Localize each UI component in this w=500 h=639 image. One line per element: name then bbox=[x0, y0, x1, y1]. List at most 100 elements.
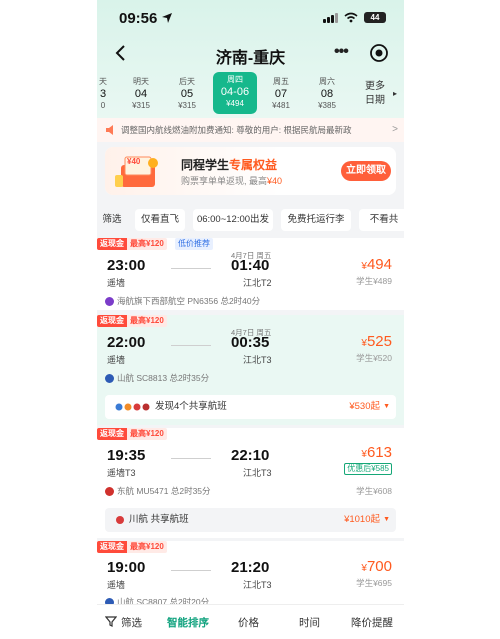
date-price: ¥315 bbox=[132, 101, 150, 110]
cashback-label: 返现金 bbox=[97, 428, 127, 440]
departure-airport: 遥墙 bbox=[107, 278, 126, 288]
route-line bbox=[171, 345, 211, 346]
cashback-amount: 最高¥120 bbox=[127, 315, 167, 327]
header: 09:56 44 济南-重庆 ••• 天 3 0 明天 04 ¥315 后天 0… bbox=[97, 0, 404, 126]
price: ¥494 bbox=[361, 256, 392, 273]
date-price: 0 bbox=[100, 101, 106, 110]
filter-chip-filter[interactable]: 筛选 bbox=[97, 209, 127, 231]
notice-bar[interactable]: 调整国内航线燃油附加费通知: 尊敬的用户: 根据民航局最新政 > bbox=[97, 118, 404, 142]
price: ¥525 bbox=[361, 333, 392, 350]
filter-chip-direct[interactable]: 仅看直飞 bbox=[135, 209, 185, 231]
filter-bar: 筛选 仅看直飞 06:00~12:00出发 免费托运行李 不看共 bbox=[97, 207, 404, 233]
date-weekday: 天 bbox=[99, 77, 107, 86]
airline-logo-icon bbox=[105, 296, 114, 306]
chevron-right-icon: > bbox=[392, 124, 398, 135]
student-price: 学生¥520 bbox=[356, 353, 392, 363]
target-icon[interactable] bbox=[369, 43, 389, 63]
wifi-icon bbox=[344, 12, 358, 23]
promo-banner[interactable]: ¥40 同程学生专属权益 购票享单单返现, 最高¥40 立即领取 bbox=[105, 147, 396, 195]
claim-button[interactable]: 立即领取 bbox=[341, 161, 391, 181]
price-value: 613 bbox=[366, 444, 392, 461]
signal-icon bbox=[323, 12, 338, 23]
price: ¥613 bbox=[361, 444, 392, 461]
departure-airport: 遥墙T3 bbox=[107, 468, 136, 478]
cashback-tag: 返现金 最高¥120 bbox=[97, 541, 167, 553]
shared-flights-row[interactable]: 川航 共享航班 ¥1010起 ▼ bbox=[105, 508, 396, 532]
cashback-label: 返现金 bbox=[97, 315, 127, 327]
caret-down-icon: ▼ bbox=[383, 403, 390, 410]
time-sort-button[interactable]: 时间 bbox=[299, 615, 320, 630]
cashback-label: 返现金 bbox=[97, 541, 127, 553]
departure-airport: 遥墙 bbox=[107, 580, 126, 590]
bottom-toolbar: 筛选 智能排序 价格 时间 降价提醒 bbox=[97, 604, 404, 639]
low-price-tag: 低价推荐 bbox=[175, 238, 213, 250]
departure-time: 19:35 bbox=[107, 447, 146, 464]
arrival-airport: 江北T3 bbox=[243, 580, 272, 590]
filter-chip-time[interactable]: 06:00~12:00出发 bbox=[193, 209, 273, 231]
airline-info: 东航 MU5471 总2时35分 bbox=[105, 485, 211, 497]
student-price: 学生¥608 bbox=[356, 486, 392, 496]
arrival-time: 21:20 bbox=[231, 559, 270, 576]
student-price: 学生¥695 bbox=[356, 578, 392, 588]
date-item[interactable]: 周六 08 ¥385 bbox=[307, 74, 347, 110]
shared-flights-row[interactable]: 发现4个共享航班 ¥530起 ▼ bbox=[105, 395, 396, 419]
price-sort-button[interactable]: 价格 bbox=[238, 615, 259, 630]
speaker-icon bbox=[106, 125, 113, 135]
promo-title-highlight: 专属权益 bbox=[229, 158, 278, 172]
more-dates-button[interactable]: 更多 日期 ▸ bbox=[365, 80, 401, 108]
status-time: 09:56 bbox=[119, 10, 158, 27]
date-item[interactable]: 天 3 0 bbox=[97, 74, 123, 110]
promo-sub-highlight: ¥40 bbox=[267, 176, 283, 186]
date-item[interactable]: 明天 04 ¥315 bbox=[121, 74, 161, 110]
notice-text: 调整国内航线燃油附加费通知: 尊敬的用户: 根据民航局最新政 bbox=[121, 125, 352, 135]
arrival-airport: 江北T2 bbox=[243, 278, 272, 288]
cashback-amount: 最高¥120 bbox=[127, 428, 167, 440]
date-item[interactable]: 后天 05 ¥315 bbox=[167, 74, 207, 110]
airline-text: 东航 MU5471 总2时35分 bbox=[117, 486, 211, 496]
filter-chip-luggage[interactable]: 免费托运行李 bbox=[281, 209, 351, 231]
filter-chip-noshare[interactable]: 不看共 bbox=[359, 209, 404, 231]
battery-icon: 44 bbox=[364, 12, 386, 23]
date-day: 04 bbox=[134, 88, 148, 100]
cashback-tag: 返现金 最高¥120 bbox=[97, 315, 167, 327]
price: ¥700 bbox=[361, 558, 392, 575]
date-weekday: 后天 bbox=[179, 77, 195, 86]
arrival-time: 22:10 bbox=[231, 447, 270, 464]
airline-logo-icon bbox=[105, 486, 114, 496]
date-weekday: 周五 bbox=[273, 77, 289, 86]
shared-flights-price: ¥530起 bbox=[349, 401, 380, 412]
filter-button[interactable]: 筛选 bbox=[121, 615, 142, 630]
smart-sort-button[interactable]: 智能排序 bbox=[167, 615, 209, 630]
route-line bbox=[171, 570, 211, 571]
date-item[interactable]: 周五 07 ¥481 bbox=[261, 74, 301, 110]
airline-info: 山航 SC8813 总2时35分 bbox=[105, 372, 209, 384]
date-day: 08 bbox=[320, 88, 334, 100]
cashback-tag: 返现金 最高¥120 bbox=[97, 238, 167, 250]
airline-logo-icon bbox=[116, 516, 124, 524]
discount-badge: 优惠后¥585 bbox=[344, 463, 392, 475]
arrival-airport: 江北T3 bbox=[243, 468, 272, 478]
shared-flights-label: 川航 共享航班 bbox=[129, 514, 189, 525]
promo-subtitle: 购票享单单返现, 最高¥40 bbox=[181, 174, 282, 187]
airline-info: 海航旗下西部航空 PN6356 总2时40分 bbox=[105, 295, 260, 307]
flight-card[interactable]: 返现金 最高¥120 19:35 遥墙T3 22:10 江北T3 ¥613 优惠后… bbox=[97, 428, 404, 538]
flight-card[interactable]: 返现金 最高¥120 22:00 遥墙 4月7日 周五 00:35 江北T3 ¥5… bbox=[97, 315, 404, 425]
date-weekday: 周六 bbox=[319, 77, 335, 86]
flight-card[interactable]: 返现金 最高¥120 19:00 遥墙 21:20 江北T3 ¥700 学生¥69… bbox=[97, 541, 404, 607]
shared-flights-label: 发现4个共享航班 bbox=[155, 401, 227, 412]
date-day: 05 bbox=[180, 88, 194, 100]
departure-time: 22:00 bbox=[107, 334, 146, 351]
date-price: ¥315 bbox=[178, 101, 196, 110]
price-alert-button[interactable]: 降价提醒 bbox=[351, 615, 393, 630]
date-day: 04-06 bbox=[220, 86, 250, 98]
date-item-selected[interactable]: 周四 04-06 ¥494 bbox=[213, 72, 257, 114]
arrival-time: 01:40 bbox=[231, 257, 270, 274]
more-dots-icon[interactable]: ••• bbox=[334, 44, 356, 60]
student-price: 学生¥489 bbox=[356, 276, 392, 286]
price-value: 700 bbox=[366, 558, 392, 575]
airline-text: 山航 SC8813 总2时35分 bbox=[117, 373, 210, 383]
gift-amount-label: ¥40 bbox=[127, 157, 141, 166]
flight-card[interactable]: 返现金 最高¥120 低价推荐 23:00 遥墙 4月7日 周五 01:40 江北… bbox=[97, 238, 404, 310]
promo-title-prefix: 同程学生 bbox=[181, 158, 230, 172]
departure-time: 23:00 bbox=[107, 257, 146, 274]
